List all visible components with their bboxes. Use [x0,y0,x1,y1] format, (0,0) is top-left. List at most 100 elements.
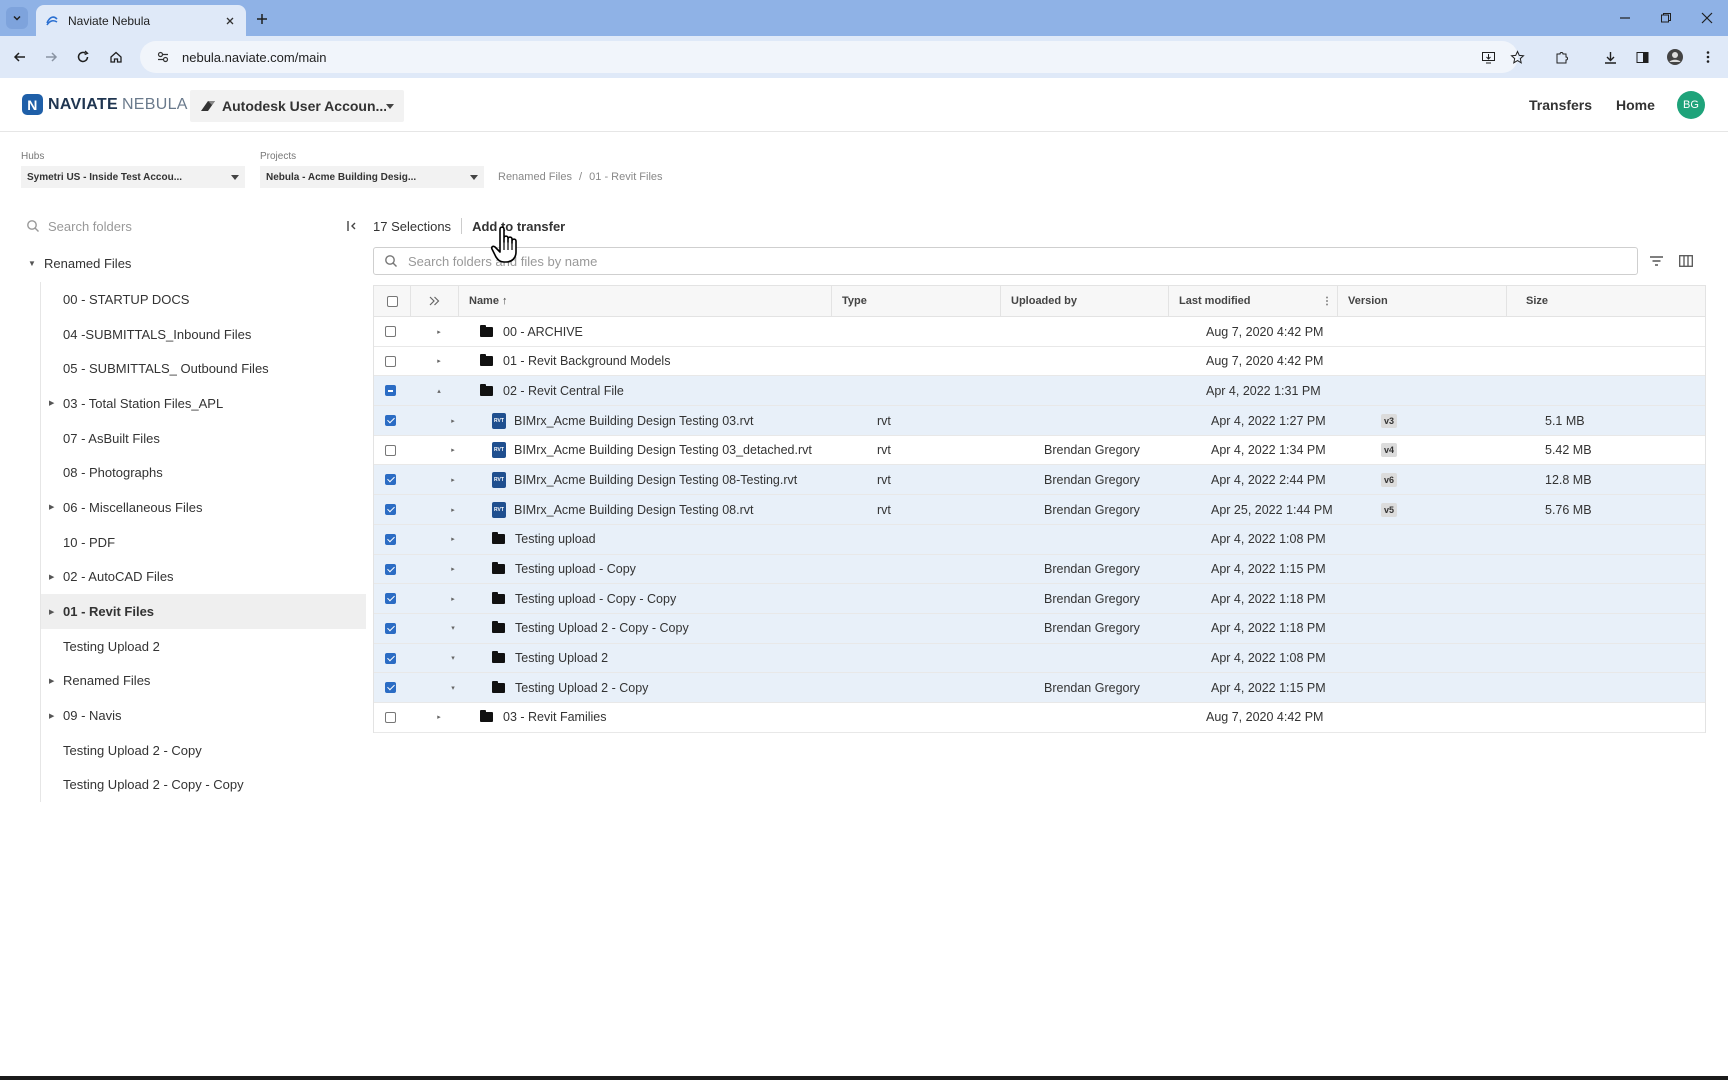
minimize-button[interactable] [1604,0,1646,36]
sidebar-item[interactable]: 04 -SUBMITTALS_Inbound Files [41,317,366,352]
account-selector[interactable]: Autodesk User Accoun... [190,90,404,122]
forward-button[interactable] [39,45,63,69]
table-row[interactable]: ▸ 03 - Revit Families Aug 7, 2020 4:42 PM [374,703,1705,733]
install-app-button[interactable] [1476,45,1500,69]
tree-root[interactable]: ▼ Renamed Files [28,256,131,271]
table-row[interactable]: ▸ Testing upload - Copy Brendan Gregory Apr… [374,554,1705,585]
naviate-nebula-logo[interactable]: N NAVIATE NEBULA [22,94,188,115]
bookmark-button[interactable] [1505,45,1529,69]
row-checkbox[interactable] [385,622,396,634]
name-cell[interactable]: Testing upload - Copy [492,555,636,584]
downloads-button[interactable] [1598,45,1622,69]
row-checkbox[interactable] [385,593,396,605]
hubs-dropdown[interactable]: Symetri US - Inside Test Accou... [21,166,245,188]
column-menu-icon[interactable] [1325,296,1329,306]
table-row[interactable]: ▸ RVT BIMrx_Acme Building Design Testing 0… [374,465,1705,496]
expand-toggle[interactable]: ▾ [448,614,464,643]
column-header-size[interactable]: Size [1506,286,1705,316]
name-cell[interactable]: RVT BIMrx_Acme Building Design Testing 08… [492,465,797,494]
restore-button[interactable] [1645,0,1687,36]
expand-toggle[interactable]: ▸ [448,555,464,584]
expand-toggle[interactable]: ▴ [434,376,450,405]
caret-right-icon[interactable]: ▶ [49,503,63,511]
tab-search-button[interactable] [6,7,28,29]
caret-down-icon[interactable]: ▼ [28,259,38,268]
name-cell[interactable]: RVT BIMrx_Acme Building Design Testing 03… [492,436,812,465]
row-checkbox[interactable] [385,326,396,337]
new-tab-button[interactable] [252,9,272,29]
name-cell[interactable]: 02 - Revit Central File [480,376,624,405]
column-header-uploaded-by[interactable]: Uploaded by [1000,286,1168,316]
expand-toggle[interactable]: ▸ [434,347,450,376]
expand-toggle[interactable]: ▸ [448,436,464,465]
browser-tab[interactable]: Naviate Nebula [36,5,246,36]
expand-toggle[interactable]: ▸ [448,495,464,524]
table-row[interactable]: ▸ Testing upload Apr 4, 2022 1:08 PM [374,524,1705,555]
reload-button[interactable] [71,45,95,69]
name-cell[interactable]: 00 - ARCHIVE [480,317,583,346]
home-button[interactable] [104,45,128,69]
sidebar-item[interactable]: ▶ 06 - Miscellaneous Files [41,490,366,525]
table-row[interactable]: ▴ 02 - Revit Central File Apr 4, 2022 1:31… [374,376,1705,407]
table-row[interactable]: ▸ RVT BIMrx_Acme Building Design Testing 0… [374,436,1705,466]
expand-toggle[interactable]: ▸ [448,525,464,554]
breadcrumb-item[interactable]: Renamed Files [498,171,572,183]
sidebar-item[interactable]: Testing Upload 2 - Copy - Copy [41,768,366,803]
sidebar-item[interactable]: ▶ 09 - Navis [41,698,366,733]
sidebar-item[interactable]: ▶ 03 - Total Station Files_APL [41,386,366,421]
column-header-last-modified[interactable]: Last modified [1168,286,1337,316]
caret-right-icon[interactable]: ▶ [49,608,63,616]
name-cell[interactable]: Testing upload [492,525,596,554]
table-row[interactable]: ▾ Testing Upload 2 Apr 4, 2022 1:08 PM [374,643,1705,674]
table-row[interactable]: ▾ Testing Upload 2 - Copy - Copy Brendan G… [374,613,1705,644]
extensions-button[interactable] [1550,45,1574,69]
close-window-button[interactable] [1686,0,1728,36]
row-checkbox[interactable] [385,711,396,723]
sidebar-item[interactable]: 05 - SUBMITTALS_ Outbound Files [41,351,366,386]
row-checkbox[interactable] [385,652,396,664]
name-cell[interactable]: Testing upload - Copy - Copy [492,584,676,613]
name-cell[interactable]: RVT BIMrx_Acme Building Design Testing 03… [492,406,753,435]
sidebar-item[interactable]: ▶ 02 - AutoCAD Files [41,560,366,595]
name-cell[interactable]: RVT BIMrx_Acme Building Design Testing 08… [492,495,753,524]
browser-menu-button[interactable] [1696,45,1720,69]
back-button[interactable] [8,45,32,69]
sidebar-item[interactable]: 10 - PDF [41,525,366,560]
expand-all-cell[interactable] [410,286,458,316]
sidebar-item[interactable]: Testing Upload 2 - Copy [41,733,366,768]
row-checkbox[interactable] [385,355,396,367]
caret-right-icon[interactable]: ▶ [49,712,63,720]
transfers-link[interactable]: Transfers [1529,97,1592,113]
row-checkbox[interactable] [385,385,396,397]
table-row[interactable]: ▸ RVT BIMrx_Acme Building Design Testing 0… [374,495,1705,525]
sidebar-item[interactable]: Testing Upload 2 [41,629,366,664]
sidebar-item[interactable]: 07 - AsBuilt Files [41,421,366,456]
column-header-name[interactable]: Name ↑ [458,286,831,316]
sidebar-item[interactable]: 08 - Photographs [41,455,366,490]
name-cell[interactable]: Testing Upload 2 - Copy - Copy [492,614,689,643]
name-cell[interactable]: Testing Upload 2 [492,644,608,673]
close-tab-icon[interactable] [222,13,238,29]
caret-right-icon[interactable]: ▶ [49,677,63,685]
table-row[interactable]: ▸ RVT BIMrx_Acme Building Design Testing 0… [374,406,1705,436]
user-avatar[interactable]: BG [1677,91,1705,119]
row-checkbox[interactable] [385,444,396,456]
expand-toggle[interactable]: ▸ [448,406,464,435]
sidebar-item[interactable]: ▶ Renamed Files [41,664,366,699]
column-header-version[interactable]: Version [1337,286,1506,316]
sidebar-item[interactable]: ▶ 01 - Revit Files [41,594,366,629]
caret-right-icon[interactable]: ▶ [49,573,63,581]
row-checkbox[interactable] [385,563,396,575]
table-row[interactable]: ▸ 00 - ARCHIVE Aug 7, 2020 4:42 PM [374,317,1705,347]
name-cell[interactable]: Testing Upload 2 - Copy [492,673,648,702]
table-row[interactable]: ▸ Testing upload - Copy - Copy Brendan Gre… [374,584,1705,614]
row-checkbox[interactable] [385,474,396,486]
caret-right-icon[interactable]: ▶ [49,399,63,407]
profile-button[interactable] [1663,45,1687,69]
row-checkbox[interactable] [385,415,396,427]
table-row[interactable]: ▾ Testing Upload 2 - Copy Brendan Gregory A… [374,673,1705,703]
filter-button[interactable] [1648,253,1664,269]
expand-toggle[interactable]: ▸ [448,465,464,494]
home-link[interactable]: Home [1616,97,1655,113]
side-panel-button[interactable] [1630,45,1654,69]
